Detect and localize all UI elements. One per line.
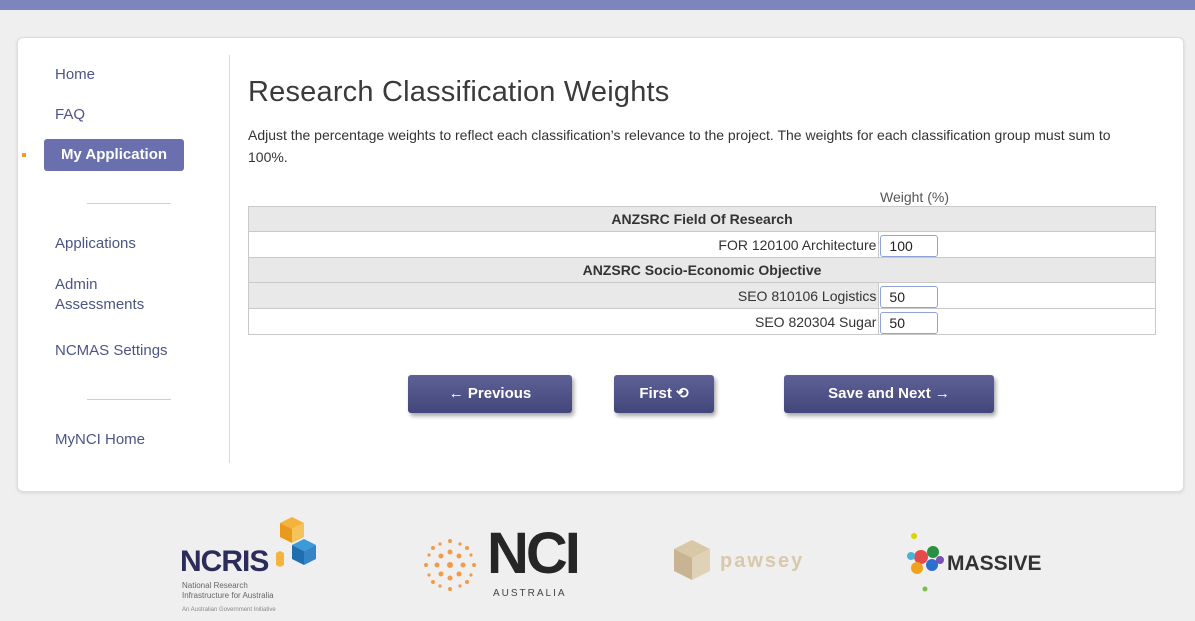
nci-starburst-icon (424, 539, 476, 591)
ncris-subtitle-1: National Research (182, 581, 248, 590)
classification-label: SEO 820304 Sugar (247, 308, 880, 335)
top-accent-bar (0, 0, 1195, 10)
nci-title: NCI (487, 521, 581, 586)
table-row: SEO 820304 Sugar (247, 308, 1156, 335)
massive-title: MASSIVE (947, 552, 1042, 575)
ncris-subtitle-2: Infrastructure for Australia (182, 591, 274, 600)
save-and-next-button[interactable]: Save and Next → (784, 375, 994, 413)
classification-weights-table: ANZSRC Field Of Research FOR 120100 Arch… (247, 206, 1156, 335)
sidebar-item-admin-assessments[interactable]: Admin Assessments (55, 275, 175, 315)
massive-molecule-icon (907, 533, 944, 592)
weight-input[interactable] (880, 286, 939, 308)
sidebar-item-faq[interactable]: FAQ (55, 105, 85, 125)
pawsey-cube-icon (674, 540, 710, 580)
sidebar-item-my-application[interactable]: My Application (44, 139, 184, 171)
content-card: Home FAQ My Application Applications Adm… (17, 37, 1184, 492)
nci-subtitle: AUSTRALIA (493, 588, 567, 599)
group-header-row: ANZSRC Socio-Economic Objective (248, 257, 1156, 283)
sidebar-nav: Home FAQ My Application Applications Adm… (18, 38, 230, 468)
ncris-subtitle-3: An Australian Government Initiative (182, 607, 276, 613)
nci-australia-logo[interactable]: NCI AUSTRALIA (415, 522, 595, 612)
pawsey-logo[interactable]: pawsey (670, 538, 850, 588)
ncris-logo[interactable]: NCRIS National Research Infrastructure f… (180, 515, 330, 621)
weight-input[interactable] (880, 312, 939, 334)
sidebar-vertical-divider (229, 55, 230, 463)
classification-label: FOR 120100 Architecture (247, 231, 880, 258)
sidebar-item-ncmas-settings[interactable]: NCMAS Settings (55, 341, 168, 361)
previous-button[interactable]: ← Previous (408, 375, 572, 413)
weight-input[interactable] (880, 235, 939, 257)
first-button[interactable]: First ⟲ (614, 375, 714, 413)
weight-column-header: Weight (%) (880, 189, 949, 205)
table-row: SEO 810106 Logistics (247, 282, 1156, 309)
intro-text: Adjust the percentage weights to reflect… (248, 127, 1111, 165)
massive-logo[interactable]: MASSIVE (905, 530, 1065, 594)
ncris-title: NCRIS (180, 545, 269, 578)
sidebar-divider (87, 203, 171, 204)
active-indicator-bullet (22, 153, 26, 157)
pawsey-title: pawsey (720, 550, 805, 572)
sidebar-item-home[interactable]: Home (55, 65, 95, 85)
sidebar-divider (87, 399, 171, 400)
group-header-row: ANZSRC Field Of Research (248, 206, 1156, 232)
sidebar-item-applications[interactable]: Applications (55, 234, 136, 254)
table-row: FOR 120100 Architecture (247, 231, 1156, 258)
sidebar-item-mynci-home[interactable]: MyNCI Home (55, 430, 145, 450)
classification-label: SEO 810106 Logistics (247, 282, 880, 309)
page-title: Research Classification Weights (248, 76, 670, 108)
group-name: ANZSRC Field Of Research (248, 206, 1156, 232)
group-name: ANZSRC Socio-Economic Objective (248, 257, 1156, 283)
